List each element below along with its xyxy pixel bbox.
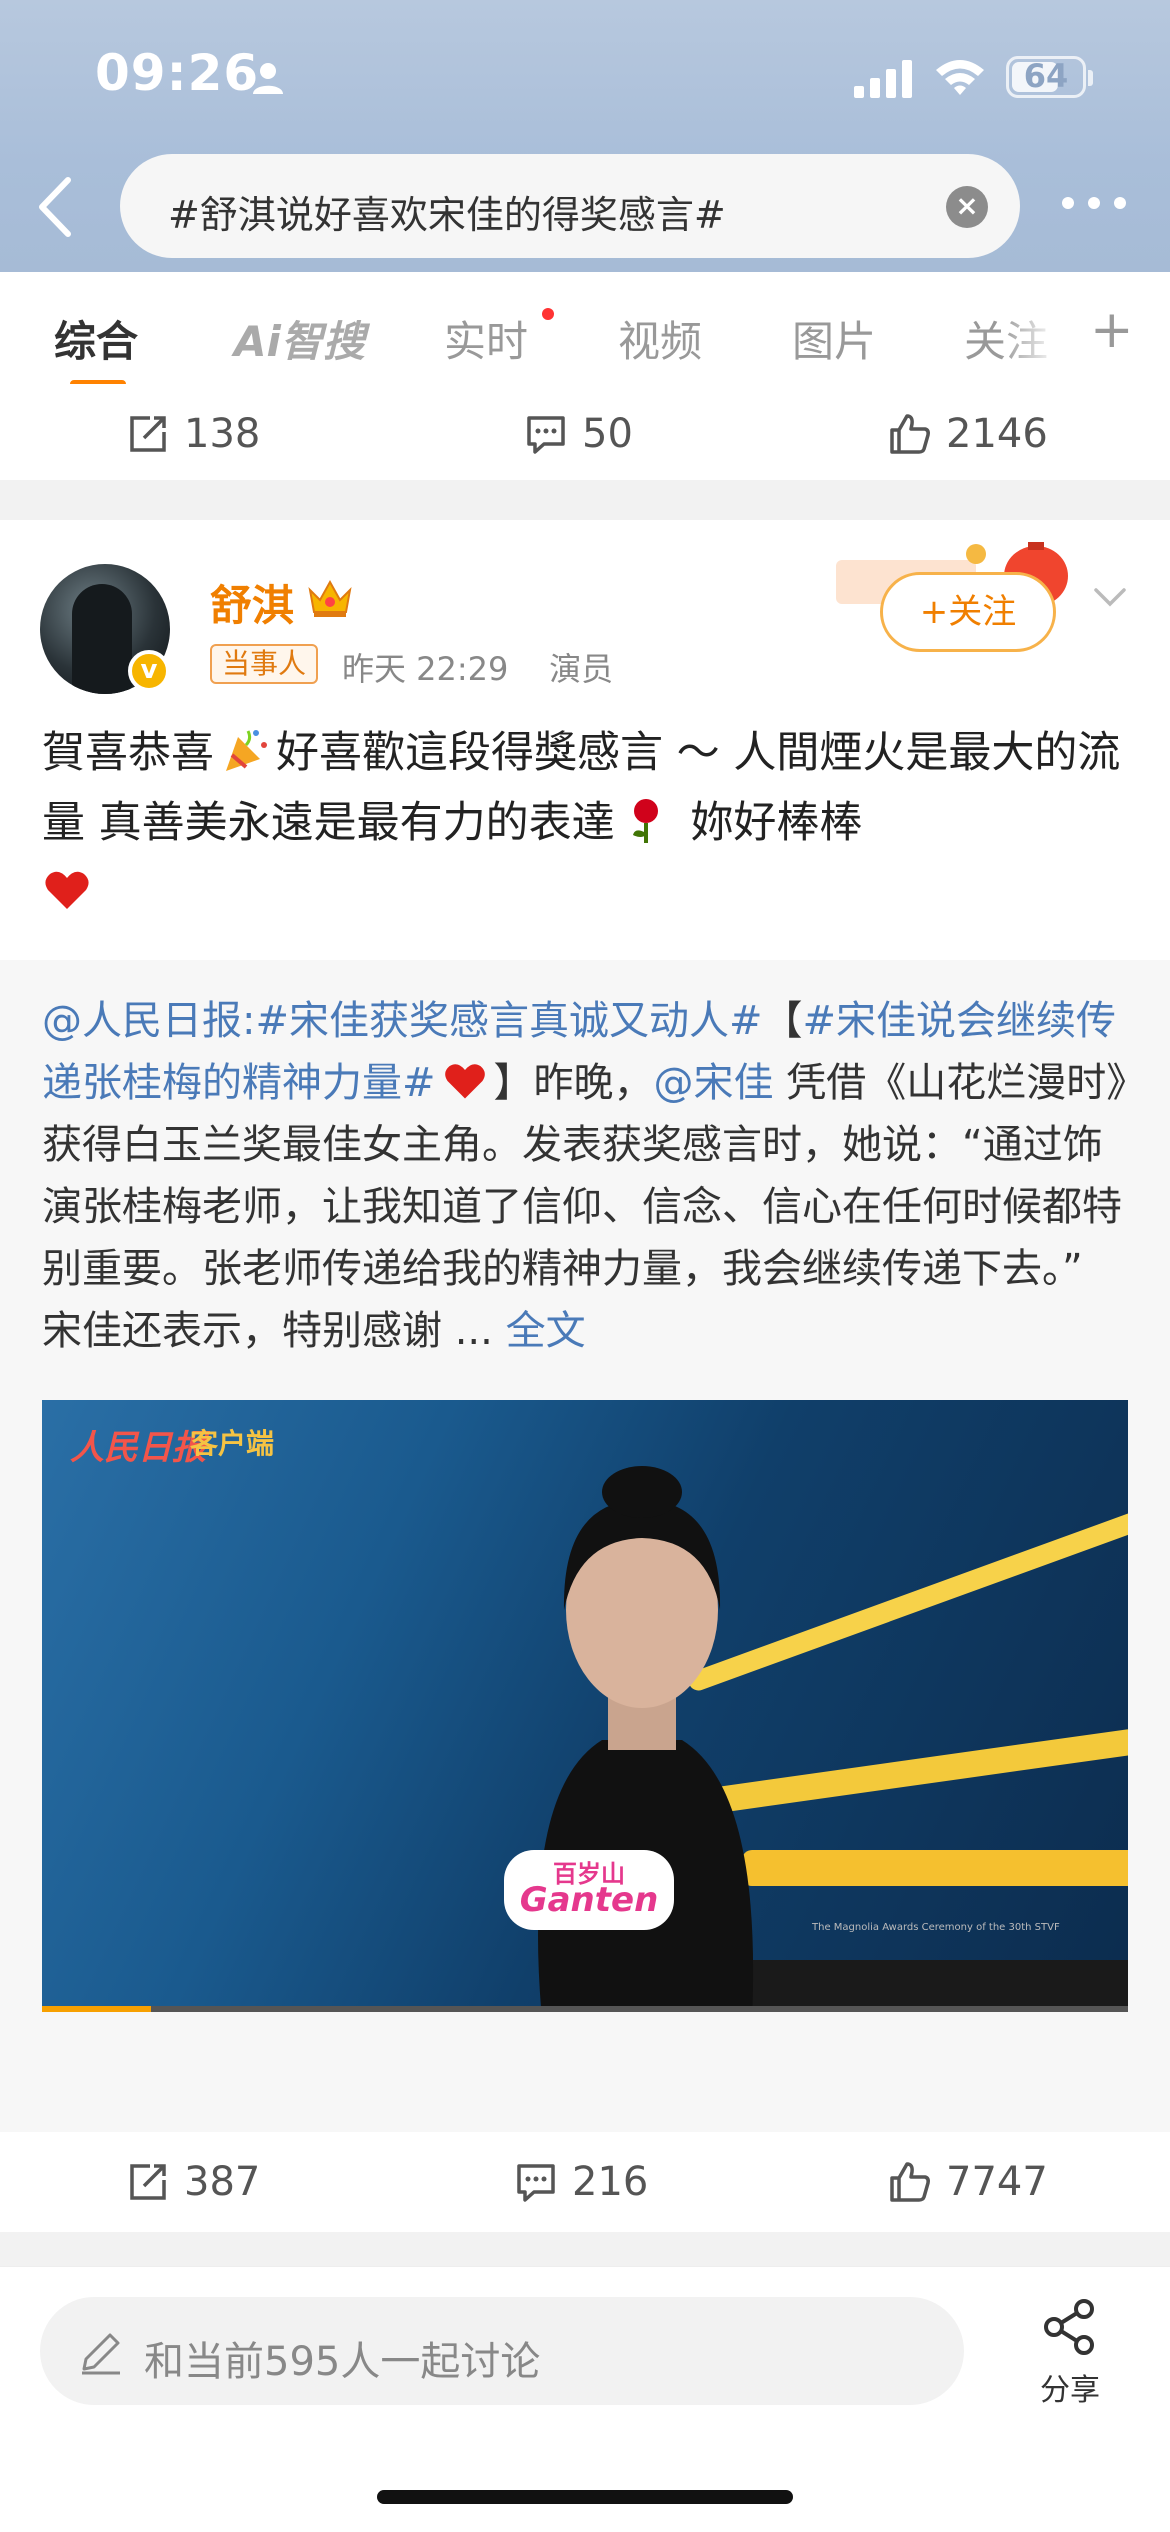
tab-bar: 综合 Ai智搜 实时 视频 图片 关注 + (0, 272, 1170, 392)
tab-video[interactable]: 视频 (618, 308, 702, 369)
video-caption: The Magnolia Awards Ceremony of the 30th… (812, 1922, 1060, 1933)
add-tab-icon[interactable]: + (1090, 300, 1134, 360)
comment-button[interactable]: 216 (514, 2159, 649, 2205)
status-time: 09:26 (95, 44, 260, 102)
broadcast-logo: 人民日报 (70, 1428, 206, 1468)
follow-button[interactable]: +关注 (880, 572, 1056, 652)
post-body: 賀喜恭喜 好喜歡這段得獎感言 ～ 人間煙火是最大的流量 真善美永遠是最有力的表達 … (42, 718, 1132, 928)
video-progress-fill (42, 2006, 151, 2012)
battery-level: 64 (1023, 57, 1069, 95)
mention-link-2[interactable]: @宋佳 (654, 1060, 774, 1106)
battery-icon: 64 (1006, 56, 1086, 98)
post-text-a: 賀喜恭喜 (42, 728, 214, 778)
post-meta: 昨天 22:29 演员 (342, 644, 613, 690)
repost-icon (130, 2164, 166, 2200)
post-actions: 387 216 7747 (0, 2132, 1170, 2228)
tab-ai-search[interactable]: Ai智搜 (234, 308, 365, 369)
tab-fade (1000, 272, 1070, 392)
comment-input[interactable]: 和当前595人一起讨论 (40, 2297, 964, 2405)
comment-icon (527, 416, 565, 454)
chevron-down-icon[interactable] (1090, 582, 1130, 612)
comment-button[interactable]: 50 (524, 411, 633, 457)
tab-images[interactable]: 图片 (792, 308, 876, 369)
like-count: 2146 (946, 411, 1048, 457)
like-button[interactable]: 7747 (888, 2159, 1048, 2205)
repost-icon (130, 416, 166, 452)
comment-placeholder: 和当前595人一起讨论 (144, 2339, 541, 2385)
share-icon (1044, 2299, 1094, 2355)
video-progress[interactable] (42, 2006, 1128, 2012)
role-tag: 当事人 (210, 644, 319, 684)
bracket-open: 【 (762, 998, 803, 1044)
prev-post-actions: 138 50 2146 (0, 384, 1170, 480)
repost-text: @人民日报:#宋佳获奖感言真诚又动人#【#宋佳说会继续传递张桂梅的精神力量# 】昨… (42, 990, 1132, 1362)
repost-count: 138 (184, 411, 261, 457)
read-more-link[interactable]: 全文 (506, 1308, 586, 1354)
post-time: 昨天 22:29 (342, 650, 509, 688)
search-query: #舒淇说好喜欢宋佳的得奖感言# (168, 193, 726, 237)
pencil-icon (82, 2333, 120, 2375)
search-input[interactable]: #舒淇说好喜欢宋佳的得奖感言# × (120, 154, 1020, 258)
new-indicator-dot (542, 308, 554, 320)
clear-icon[interactable]: × (946, 186, 988, 228)
repost-count: 387 (184, 2159, 261, 2205)
repost-body-2: 宋佳还表示，特别感谢 ... (42, 1308, 506, 1354)
broadcast-logo-sub: 客户端 (190, 1427, 275, 1460)
crown-icon (308, 579, 352, 617)
share-button[interactable]: 分享 (1030, 2297, 1110, 2408)
tab-all[interactable]: 综合 (54, 308, 138, 369)
like-icon (890, 2162, 930, 2202)
more-options-icon[interactable] (1058, 184, 1130, 224)
battery-cap (1088, 70, 1093, 86)
rose-icon (632, 799, 658, 843)
home-indicator (377, 2490, 793, 2504)
topic-link-1[interactable]: :#宋佳获奖感言真诚又动人# (242, 998, 763, 1044)
bracket-close-text: 】昨晚， (493, 1060, 654, 1106)
comment-count: 50 (582, 411, 633, 457)
party-popper-icon (226, 730, 267, 771)
like-button[interactable]: 2146 (888, 411, 1048, 457)
repost-button[interactable]: 138 (126, 411, 261, 457)
like-icon (890, 414, 930, 454)
signal-icon (854, 60, 912, 98)
top-header: 09:26 64 #舒淇说好喜欢宋佳的得奖感言# × (0, 0, 1170, 272)
post-text-c: 妳好棒棒 (690, 798, 863, 848)
reposted-content[interactable]: @人民日报:#宋佳获奖感言真诚又动人#【#宋佳说会继续传递张桂梅的精神力量# 】昨… (0, 960, 1170, 2160)
share-label: 分享 (1040, 2373, 1100, 2408)
username[interactable]: 舒淇 (210, 572, 294, 633)
repost-button[interactable]: 387 (126, 2159, 261, 2205)
verified-badge-icon: v (128, 650, 170, 692)
back-arrow-icon[interactable] (30, 172, 80, 242)
like-count: 7747 (946, 2159, 1048, 2205)
mic-sponsor-sign: 百岁山 Ganten (504, 1850, 674, 1930)
post-card[interactable]: v 舒淇 当事人 昨天 22:29 演员 +关注 賀喜恭喜 好喜歡這段得獎感言 ～… (0, 520, 1170, 2232)
person-icon (253, 63, 283, 94)
comment-icon (517, 2164, 555, 2202)
tab-realtime[interactable]: 实时 (444, 308, 528, 369)
wifi-icon (936, 60, 984, 95)
red-heart-icon (444, 1064, 485, 1099)
video-player[interactable]: 人民日报 客户端 百岁山 Ganten The Magnolia Awards … (42, 1400, 1128, 2012)
red-heart-icon (45, 871, 89, 909)
sponsor-brand: Ganten (519, 1880, 659, 1920)
comment-count: 216 (572, 2159, 649, 2205)
post-occupation: 演员 (549, 650, 614, 688)
mention-link[interactable]: @人民日报 (42, 998, 242, 1044)
